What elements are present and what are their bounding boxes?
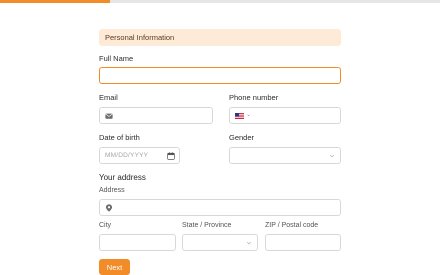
chevron-down-icon <box>246 241 252 245</box>
zip-label: ZIP / Postal code <box>265 222 319 229</box>
state-select[interactable] <box>182 234 258 251</box>
next-button[interactable]: Next <box>99 259 130 275</box>
state-label: State / Province <box>182 222 232 229</box>
envelope-icon <box>105 113 113 119</box>
city-label: City <box>99 222 112 229</box>
progress-bar <box>0 0 440 3</box>
location-pin-icon <box>105 204 113 212</box>
phone-label: Phone number <box>229 93 279 102</box>
full-name-label: Full Name <box>99 54 134 63</box>
email-input[interactable] <box>99 107 213 124</box>
country-dropdown-chevron-icon[interactable]: ⌄ <box>246 111 251 118</box>
gender-select[interactable] <box>229 147 341 164</box>
email-label: Email <box>99 93 118 102</box>
phone-input[interactable]: ⌄ <box>229 107 341 124</box>
city-input[interactable] <box>99 234 176 251</box>
gender-label: Gender <box>229 133 255 142</box>
personal-info-form: Personal Information <box>99 29 341 46</box>
dob-label: Date of birth <box>99 133 140 142</box>
full-name-input[interactable] <box>99 67 341 84</box>
chevron-down-icon <box>329 154 335 158</box>
progress-bar-fill <box>0 0 110 3</box>
dob-placeholder: MM/DD/YYYY <box>105 152 149 159</box>
section-header: Personal Information <box>99 29 341 46</box>
address-input[interactable] <box>99 199 341 216</box>
address-label: Address <box>99 187 125 194</box>
address-heading: Your address <box>99 173 146 182</box>
calendar-icon[interactable] <box>167 152 175 160</box>
dob-input[interactable]: MM/DD/YYYY <box>99 147 180 164</box>
zip-input[interactable] <box>265 234 341 251</box>
us-flag-icon[interactable] <box>235 113 244 119</box>
